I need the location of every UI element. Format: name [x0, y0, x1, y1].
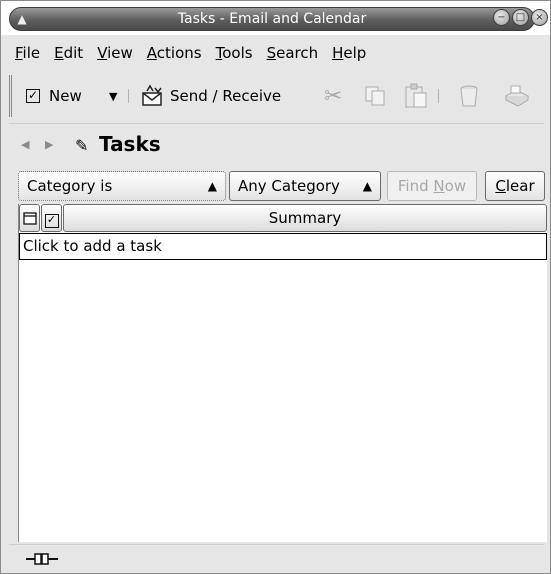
chevron-down-icon: ▼ — [109, 89, 118, 103]
checkbox-icon: ✓ — [44, 214, 59, 228]
find-now-button[interactable]: Find Now — [387, 171, 477, 201]
section-title: Tasks — [99, 132, 161, 156]
paste-button[interactable] — [404, 83, 428, 109]
category-value: Any Category — [238, 177, 340, 195]
find-now-label-end: ow — [444, 177, 467, 195]
send-receive-button[interactable]: Send / Receive — [140, 83, 281, 109]
menu-help-mnemonic: H — [332, 44, 344, 62]
search-bar: Category is ▲ Any Category ▲ Find Now Cl… — [18, 171, 546, 201]
scissors-icon: ✂ — [324, 83, 343, 109]
search-criterion-value: Category is — [27, 177, 113, 195]
complete-column-header[interactable]: ✓ — [41, 204, 62, 232]
due-date-column-header[interactable] — [19, 204, 40, 232]
toolbar-separator — [128, 89, 129, 103]
menu-help-label: elp — [343, 44, 367, 62]
find-now-label: Find — [397, 177, 434, 195]
section-header: ◀ ▶ ✎ Tasks — [9, 123, 544, 168]
menu-actions[interactable]: Actions — [141, 41, 210, 67]
menu-file[interactable]: File — [9, 41, 48, 67]
tasks-icon: ✎ — [75, 136, 89, 155]
delete-button[interactable] — [458, 83, 480, 109]
title-bar[interactable]: ▲ Tasks - Email and Calendar − □ × — [1, 1, 550, 35]
trash-icon — [460, 85, 478, 107]
select-arrows-icon: ▲ — [207, 179, 217, 193]
menu-edit-label: dit — [63, 44, 84, 62]
find-now-mnemonic: N — [433, 177, 445, 195]
new-dropdown-button[interactable]: ▼ — [109, 83, 117, 109]
window-title: Tasks - Email and Calendar — [177, 11, 367, 27]
cut-button[interactable]: ✂ — [324, 83, 342, 109]
menu-edit-mnemonic: E — [54, 44, 64, 62]
send-receive-icon — [142, 84, 162, 106]
menu-tools[interactable]: Tools — [210, 41, 261, 67]
online-status-icon[interactable] — [25, 552, 59, 566]
select-arrows-icon: ▲ — [362, 179, 372, 193]
menu-search[interactable]: Search — [261, 41, 327, 67]
menu-search-label: earch — [276, 44, 319, 62]
menu-view-mnemonic: V — [97, 44, 108, 62]
table-header: ✓ Summary — [19, 204, 547, 232]
summary-column-header[interactable]: Summary — [63, 204, 547, 232]
app-window: ▲ Tasks - Email and Calendar − □ × File … — [0, 0, 551, 574]
clear-label: lear — [505, 177, 535, 195]
add-task-row[interactable]: Click to add a task — [19, 233, 547, 260]
title-bar-pill[interactable]: ▲ Tasks - Email and Calendar — [9, 7, 535, 31]
menu-bar: File Edit View Actions Tools Search Help — [9, 41, 374, 67]
menu-edit[interactable]: Edit — [48, 41, 91, 67]
menu-search-mnemonic: S — [266, 44, 277, 62]
menu-help[interactable]: Help — [326, 41, 374, 67]
calendar-icon — [22, 212, 37, 225]
copy-button[interactable] — [364, 83, 386, 109]
menu-actions-label: ctions — [156, 44, 202, 62]
print-button[interactable] — [502, 83, 530, 109]
toolbar: ✓ New ▼ Send / Receive ✂ — [9, 75, 547, 117]
menu-actions-mnemonic: A — [146, 44, 157, 62]
menu-tools-label: ools — [222, 44, 253, 62]
minimize-button[interactable]: − — [493, 9, 510, 26]
toolbar-separator — [438, 89, 439, 103]
menu-view[interactable]: View — [91, 41, 141, 67]
print-icon — [504, 85, 530, 107]
task-table: ✓ Summary Click to add a task — [18, 204, 547, 542]
new-button-label: New — [49, 87, 82, 105]
menu-file-mnemonic: F — [15, 44, 23, 62]
copy-icon — [365, 86, 385, 106]
send-receive-label: Send / Receive — [170, 87, 282, 105]
search-criterion-select[interactable]: Category is ▲ — [18, 171, 226, 201]
status-bar — [9, 544, 544, 573]
clear-button[interactable]: Clear — [485, 171, 545, 201]
checkbox-icon: ✓ — [26, 88, 40, 103]
category-select[interactable]: Any Category ▲ — [229, 171, 381, 201]
forward-arrow-icon[interactable]: ▶ — [45, 138, 53, 151]
close-button[interactable]: × — [531, 9, 548, 26]
paste-icon — [405, 83, 427, 108]
new-button[interactable]: ✓ New — [26, 83, 82, 109]
menu-view-label: iew — [107, 44, 133, 62]
clear-mnemonic: C — [495, 177, 506, 195]
maximize-button[interactable]: □ — [512, 9, 529, 26]
back-arrow-icon[interactable]: ◀ — [21, 138, 29, 151]
menu-file-label: ile — [22, 44, 41, 62]
